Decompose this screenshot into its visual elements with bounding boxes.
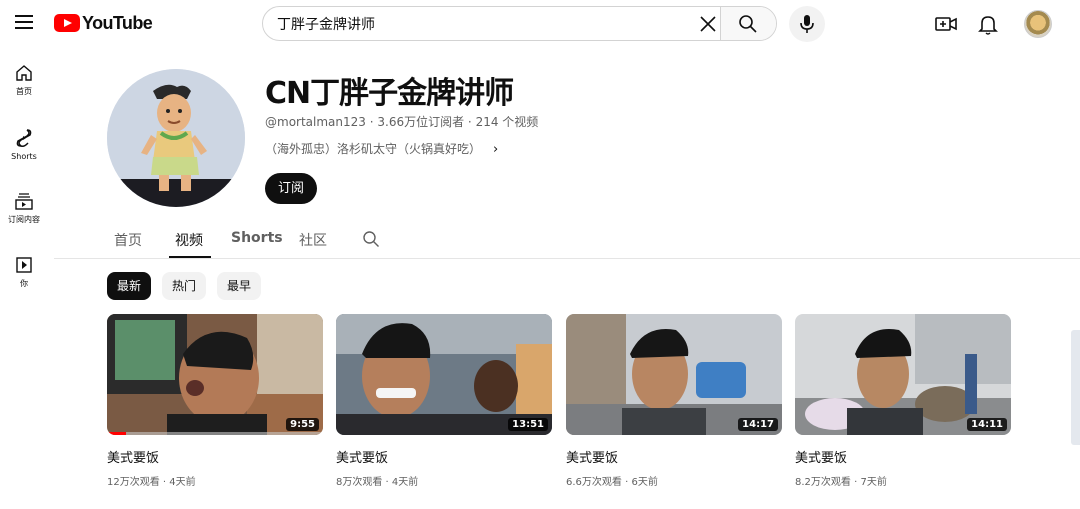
subscriptions-icon	[15, 193, 33, 210]
nav-item-shorts[interactable]: Shorts	[0, 120, 48, 176]
nav-label-you: 你	[20, 279, 28, 288]
video-views: 12万次观看	[107, 477, 160, 488]
create-video-icon[interactable]	[934, 12, 958, 36]
channel-description-text: （海外孤忠）洛杉矶太守（火锅真好吃）	[265, 142, 482, 156]
video-card[interactable]: 9:55 美式要饭 12万次观看 · 4天前	[107, 314, 323, 488]
channel-tabs: 首页 视频 Shorts 社区	[0, 222, 1080, 260]
video-card[interactable]: 14:11 美式要饭 8.2万次观看 · 7天前	[795, 314, 1011, 488]
search-button[interactable]	[720, 7, 776, 40]
video-thumbnail[interactable]: 13:51	[336, 314, 552, 435]
search-box	[262, 6, 777, 41]
channel-description[interactable]: （海外孤忠）洛杉矶太守（火锅真好吃） ›	[265, 140, 498, 157]
chip-latest[interactable]: 最新	[107, 272, 152, 300]
video-meta: 8.2万次观看 · 7天前	[795, 473, 1011, 488]
tab-videos[interactable]: 视频	[175, 230, 203, 250]
close-icon[interactable]	[695, 11, 721, 37]
video-age: 4天前	[391, 477, 419, 488]
channel-avatar[interactable]	[107, 69, 245, 207]
video-views: 8.2万次观看	[795, 477, 851, 488]
home-icon	[16, 65, 32, 81]
video-duration: 9:55	[286, 418, 319, 431]
video-title[interactable]: 美式要饭	[107, 447, 323, 466]
chevron-right-icon: ›	[493, 142, 499, 157]
video-thumbnail[interactable]: 14:11	[795, 314, 1011, 435]
video-meta: 12万次观看 · 4天前	[107, 473, 323, 488]
video-card[interactable]: 14:17 美式要饭 6.6万次观看 · 6天前	[566, 314, 782, 488]
search-icon	[739, 15, 757, 33]
video-duration: 13:51	[508, 418, 548, 431]
watch-progress-track	[107, 432, 323, 435]
tab-shorts[interactable]: Shorts	[231, 230, 283, 246]
channel-video-count: 214 个视频	[475, 115, 539, 129]
channel-meta: @mortalman123 · 3.66万位订阅者 · 214 个视频	[265, 113, 538, 130]
video-age: 6天前	[631, 477, 658, 488]
channel-handle: @mortalman123	[265, 115, 366, 129]
channel-subscribers: 3.66万位订阅者	[377, 115, 465, 129]
nav-label-shorts: Shorts	[11, 152, 37, 161]
youtube-play-icon	[54, 14, 80, 32]
subscribe-button[interactable]: 订阅	[265, 173, 317, 204]
meta-separator: ·	[464, 115, 476, 129]
meta-separator: ·	[382, 477, 392, 488]
video-thumbnail[interactable]: 9:55	[107, 314, 323, 435]
chip-popular[interactable]: 热门	[162, 272, 207, 300]
top-bar: YouTube	[0, 0, 1080, 48]
chip-oldest[interactable]: 最早	[217, 272, 262, 300]
channel-name: CN丁胖子金牌讲师	[265, 76, 514, 111]
video-views: 8万次观看	[336, 477, 383, 488]
tabs-divider	[54, 258, 1080, 259]
video-title[interactable]: 美式要饭	[795, 447, 1011, 466]
logo-text: YouTube	[82, 12, 153, 33]
video-meta: 6.6万次观看 · 6天前	[566, 473, 782, 488]
meta-separator: ·	[365, 115, 378, 129]
bell-icon[interactable]	[976, 12, 1000, 36]
tab-community[interactable]: 社区	[299, 230, 327, 250]
video-age: 7天前	[860, 477, 887, 488]
video-card[interactable]: 13:51 美式要饭 8万次观看 · 4天前	[336, 314, 552, 488]
search-icon[interactable]	[362, 230, 380, 248]
tab-home[interactable]: 首页	[114, 230, 142, 250]
shorts-icon	[16, 129, 32, 147]
video-duration: 14:17	[738, 418, 778, 431]
mic-icon	[800, 15, 814, 33]
video-age: 4天前	[169, 477, 196, 488]
watch-progress-bar	[107, 432, 127, 435]
mic-button[interactable]	[789, 6, 825, 42]
nav-item-home[interactable]: 首页	[0, 56, 48, 112]
side-panel-edge[interactable]	[1071, 330, 1080, 445]
video-title[interactable]: 美式要饭	[336, 447, 552, 466]
nav-label-home: 首页	[16, 87, 32, 96]
video-views: 6.6万次观看	[566, 477, 622, 488]
video-thumbnail[interactable]: 14:17	[566, 314, 782, 435]
search-input[interactable]	[263, 7, 693, 40]
user-avatar[interactable]	[1024, 10, 1052, 38]
video-duration: 14:11	[967, 418, 1007, 431]
youtube-logo[interactable]: YouTube	[54, 12, 153, 33]
video-meta: 8万次观看 · 4天前	[336, 473, 552, 488]
video-title[interactable]: 美式要饭	[566, 447, 782, 466]
menu-icon[interactable]	[12, 10, 36, 34]
meta-separator: ·	[159, 477, 170, 488]
